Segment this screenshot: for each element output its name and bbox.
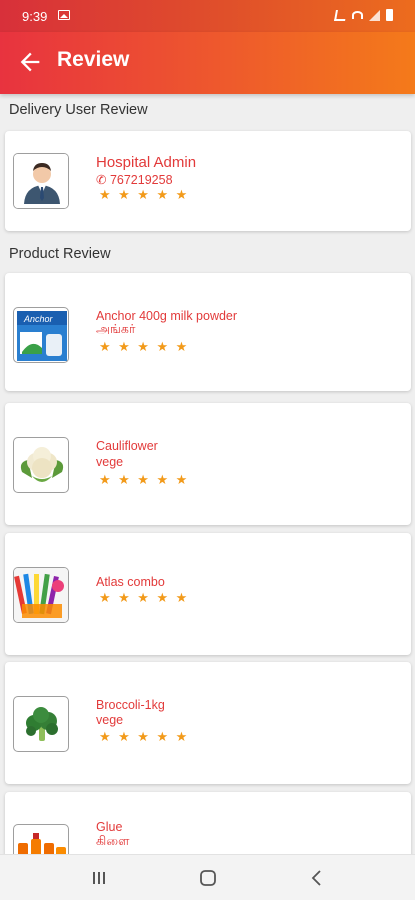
product-subtitle: vege [96,455,124,469]
review-content[interactable]: Delivery User Review Hospital Admin ✆ 76… [0,94,415,854]
mute-icon [334,9,347,21]
product-subtitle: கிளை [96,834,130,848]
delivery-user-name: Hospital Admin [96,154,197,171]
businessman-avatar-icon [14,154,68,208]
delivery-rating-stars: ★★★★★ [99,187,195,202]
battery-icon [386,9,393,21]
glue-bottles-image [18,833,66,854]
app-bar: Review [0,32,415,94]
product-review-card[interactable]: Glue கிளை [5,792,411,854]
avatar [13,153,69,209]
product-name: Broccoli-1kg [96,698,165,712]
milk-powder-image: Anchor [17,311,67,361]
delivery-user-phone[interactable]: ✆ 767219258 [96,172,173,187]
cauliflower-image [20,447,64,482]
phone-icon: ✆ [96,173,110,187]
product-image [13,824,69,854]
product-image [13,696,69,752]
product-name: Cauliflower [96,439,158,453]
recent-apps-icon[interactable] [86,865,112,891]
product-rating-stars: ★★★★★ [99,472,195,487]
product-rating-stars: ★★★★★ [99,729,195,744]
product-image [13,567,69,623]
product-image [13,437,69,493]
product-subtitle: அங்கர் [96,322,136,336]
back-nav-icon[interactable] [304,865,330,891]
home-icon[interactable] [195,865,221,891]
product-review-card[interactable]: Broccoli-1kg vege ★★★★★ [5,662,411,784]
system-navigation-bar [0,854,415,900]
product-review-card[interactable]: Anchor Anchor 400g milk powder அங்கர் ★★… [5,273,411,391]
product-review-card[interactable]: Atlas combo ★★★★★ [5,533,411,655]
page-title: Review [57,48,130,71]
product-rating-stars: ★★★★★ [99,590,195,605]
product-review-card[interactable]: Cauliflower vege ★★★★★ [5,403,411,525]
product-review-heading: Product Review [9,246,111,262]
product-name: Atlas combo [96,575,165,589]
product-name: Anchor 400g milk powder [96,309,238,323]
back-arrow-icon[interactable] [16,48,44,76]
status-time: 9:39 [22,9,48,24]
product-name: Glue [96,820,123,834]
product-image: Anchor [13,307,69,363]
status-bar: 9:39 [0,0,415,32]
delivery-user-card[interactable]: Hospital Admin ✆ 767219258 ★★★★★ [5,131,411,231]
svg-text:Anchor: Anchor [23,314,54,324]
wifi-icon [352,11,363,19]
product-subtitle: vege [96,713,124,727]
status-icons [334,9,393,21]
broccoli-image [26,707,58,741]
product-rating-stars: ★★★★★ [99,339,195,354]
image-notification-icon [58,10,70,20]
stationery-combo-image [14,568,68,622]
signal-icon [369,9,380,21]
delivery-review-heading: Delivery User Review [9,102,148,118]
